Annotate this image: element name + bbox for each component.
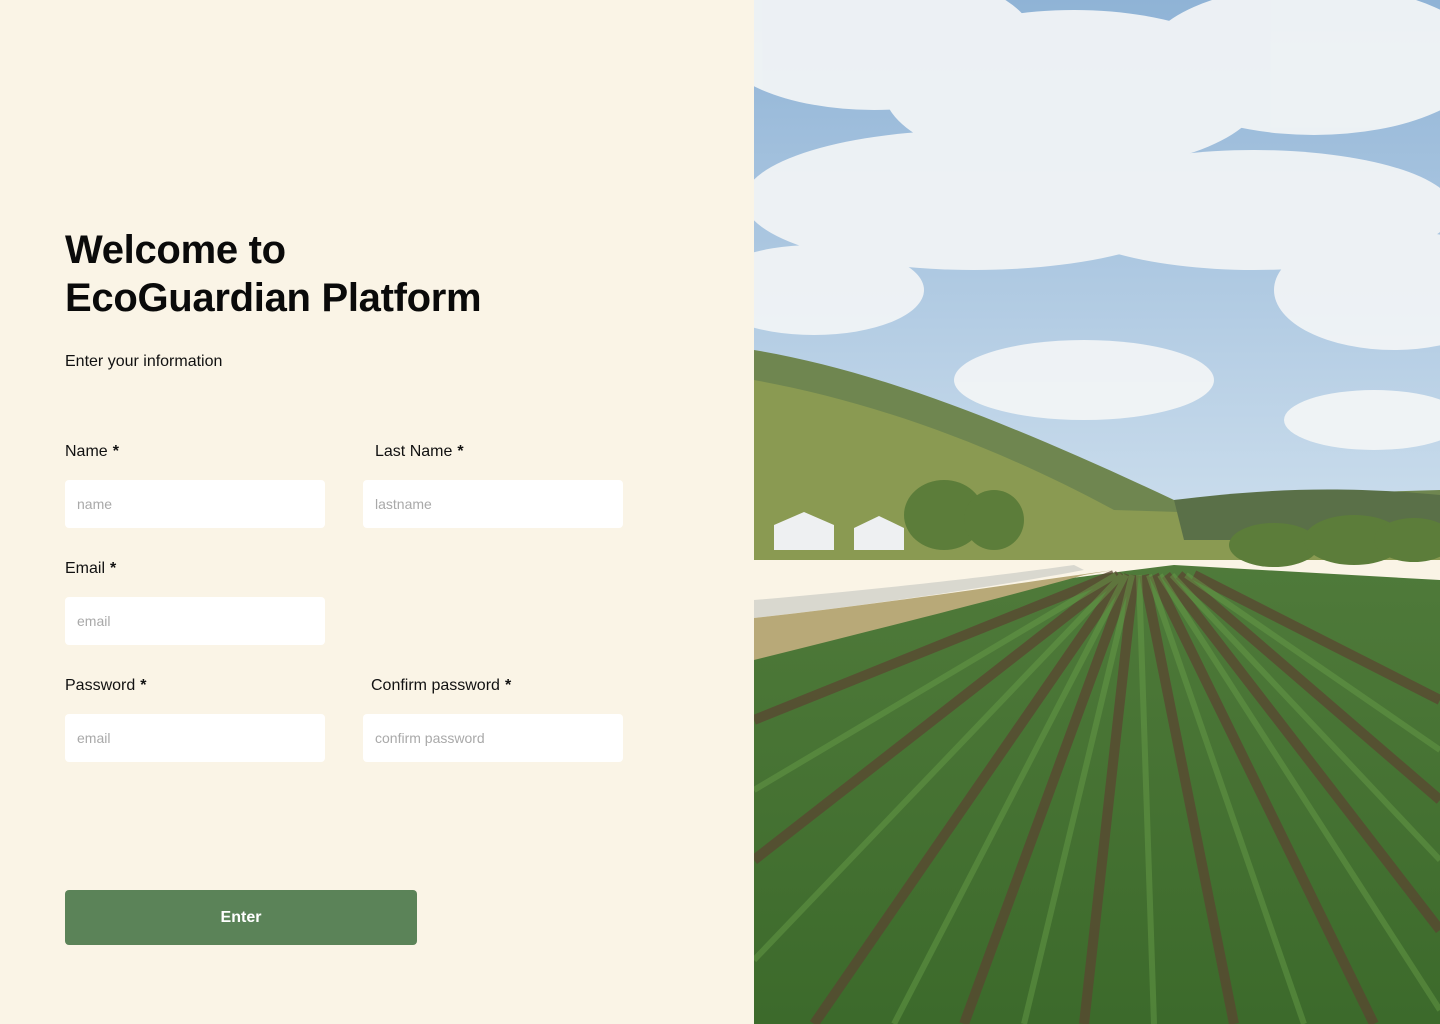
required-mark: * bbox=[504, 677, 512, 694]
required-mark: * bbox=[457, 443, 464, 460]
required-mark: * bbox=[140, 677, 147, 694]
email-label: Email * bbox=[65, 560, 116, 578]
last-name-input[interactable] bbox=[363, 480, 623, 528]
page-subtitle: Enter your information bbox=[65, 353, 223, 370]
farm-field-illustration bbox=[754, 0, 1440, 1024]
page-title: Welcome to EcoGuardian Platform bbox=[65, 228, 482, 320]
name-input[interactable] bbox=[65, 480, 325, 528]
required-mark: * bbox=[110, 560, 117, 577]
password-label: Password * bbox=[65, 677, 146, 695]
name-label: Name * bbox=[65, 443, 119, 461]
password-label-text: Password bbox=[65, 677, 136, 694]
farm-field-photo bbox=[754, 0, 1440, 1024]
confirm-password-label-text: Confirm password bbox=[371, 677, 500, 694]
enter-button[interactable]: Enter bbox=[65, 890, 417, 945]
email-label-text: Email bbox=[65, 560, 106, 577]
confirm-password-input[interactable] bbox=[363, 714, 623, 762]
signup-panel: Welcome to EcoGuardian Platform Enter yo… bbox=[0, 0, 754, 1024]
last-name-label: Last Name * bbox=[375, 443, 464, 461]
last-name-label-text: Last Name bbox=[375, 443, 453, 460]
email-input[interactable] bbox=[65, 597, 325, 645]
confirm-password-label: Confirm password * bbox=[371, 677, 511, 695]
name-label-text: Name bbox=[65, 443, 108, 460]
required-mark: * bbox=[112, 443, 119, 460]
password-input[interactable] bbox=[65, 714, 325, 762]
